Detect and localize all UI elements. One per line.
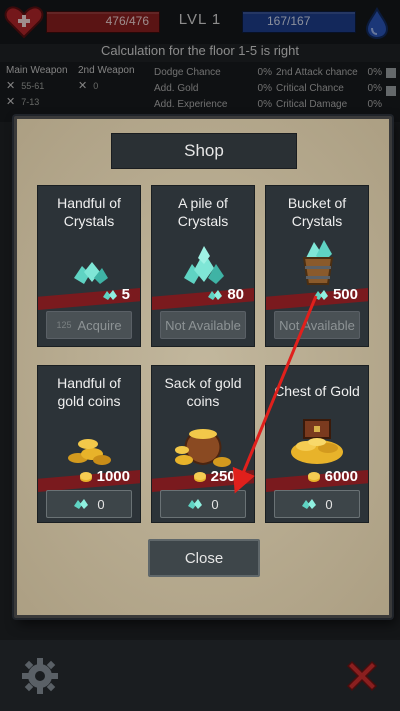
crystal-icon (184, 246, 224, 284)
buy-chest-gold-button[interactable]: 0 (274, 490, 360, 518)
item-name: Handful of gold coins (57, 375, 121, 409)
gold-coin-icon (175, 429, 231, 467)
crystal-icon (102, 289, 117, 300)
item-name: Handful of Crystals (57, 195, 121, 229)
item-name: Sack of gold coins (164, 375, 242, 409)
gold-coin-icon (291, 419, 343, 464)
shop-item-handful-crystals: Handful of Crystals 5 125 Acquire (37, 185, 141, 347)
not-available-button[interactable]: Not Available (160, 311, 246, 339)
gold-coin-icon (307, 471, 320, 482)
item-price: 500 (313, 286, 358, 303)
gold-coin-icon (193, 471, 206, 482)
gear-icon[interactable] (20, 656, 60, 696)
shop-title: Shop (184, 141, 224, 160)
item-price: 1000 (79, 468, 130, 485)
buy-handful-gold-button[interactable]: 0 (46, 490, 132, 518)
gold-coin-icon (79, 471, 92, 482)
crystal-icon (302, 499, 317, 509)
shop-title-banner: Shop (111, 133, 297, 169)
item-name: A pile of Crystals (177, 195, 229, 229)
item-name: Bucket of Crystals (287, 195, 347, 229)
shop-item-sack-gold: Sack of gold coins 2500 0 (151, 365, 255, 523)
crystal-icon (74, 262, 108, 284)
item-price: 5 (102, 286, 130, 303)
shop-item-chest-gold: Chest of Gold 6000 0 (265, 365, 369, 523)
item-price: 2500 (193, 468, 244, 485)
shop-item-pile-crystals: A pile of Crystals 80 Not Available (151, 185, 255, 347)
crystal-icon (74, 499, 89, 509)
close-x-icon[interactable] (342, 656, 382, 696)
crystal-icon (208, 289, 223, 300)
buy-sack-gold-button[interactable]: 0 (160, 490, 246, 518)
item-price: 6000 (307, 468, 358, 485)
gold-coin-icon (68, 439, 111, 465)
crystal-icon (313, 289, 328, 300)
bottom-bar (0, 640, 400, 711)
acquire-button[interactable]: 125 Acquire (46, 311, 132, 339)
item-price: 80 (207, 286, 244, 303)
shop-dialog: Shop Handful of Crystals 5 125 Acquire A p… (14, 116, 392, 618)
crystal-icon (302, 240, 334, 285)
crystal-icon (188, 499, 203, 509)
item-name: Chest of Gold (274, 383, 360, 399)
shop-item-bucket-crystals: Bucket of Crystals 500 Not Available (265, 185, 369, 347)
shop-item-handful-gold: Handful of gold coins 1000 0 (37, 365, 141, 523)
close-button[interactable]: Close (148, 539, 260, 577)
not-available-button[interactable]: Not Available (274, 311, 360, 339)
